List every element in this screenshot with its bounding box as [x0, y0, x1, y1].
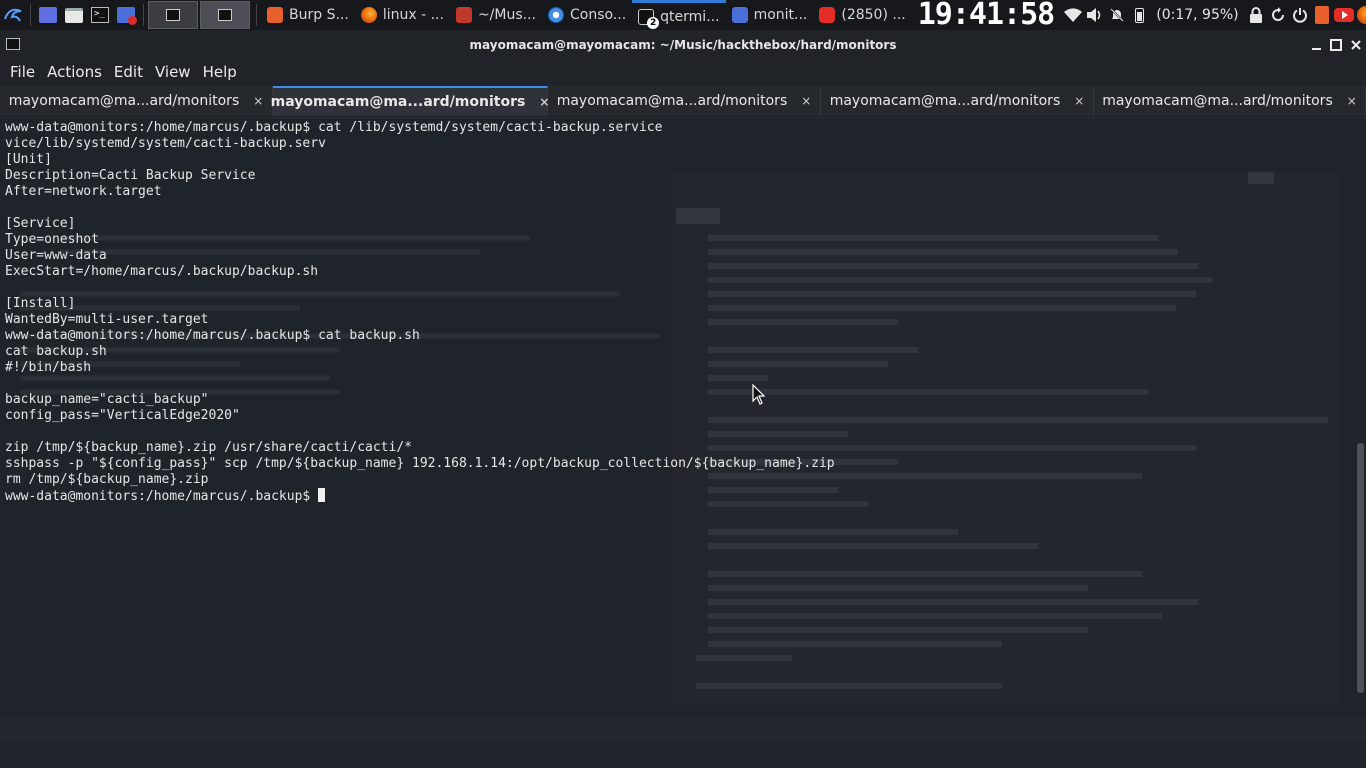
- task-folder-monitors[interactable]: monit...: [726, 0, 814, 30]
- show-desktop-icon[interactable]: [35, 2, 61, 28]
- terminal-line: WantedBy=multi-user.target: [5, 312, 209, 327]
- terminal-launcher-icon[interactable]: >_: [87, 2, 113, 28]
- task-file-manager-music[interactable]: ~/Mus...: [450, 0, 542, 30]
- menu-edit[interactable]: Edit: [108, 61, 149, 83]
- youtube-icon: [819, 7, 836, 23]
- terminal-line: After=network.target: [5, 184, 162, 199]
- task-chromium-console[interactable]: Conso...: [542, 0, 632, 30]
- terminal-scrollbar[interactable]: [1357, 443, 1364, 693]
- terminal-line: User=www-data: [5, 248, 107, 263]
- menu-help[interactable]: Help: [197, 61, 243, 83]
- tab-close-icon[interactable]: ×: [1347, 94, 1357, 108]
- terminal-line: Description=Cacti Backup Service: [5, 168, 256, 183]
- task-youtube[interactable]: (2850) ...: [813, 0, 911, 30]
- burp-icon: [267, 7, 283, 23]
- terminal-line: cat backup.sh: [5, 344, 107, 359]
- terminal-tab-2[interactable]: mayomacam@ma...ard/monitors ×: [270, 86, 549, 116]
- terminal-line: Type=oneshot: [5, 232, 99, 247]
- folder-icon: [455, 7, 472, 23]
- task-list: Burp S... linux - ... ~/Mus... Conso... …: [261, 0, 912, 30]
- task-firefox-linux[interactable]: linux - ...: [355, 0, 450, 30]
- task-label: linux - ...: [382, 7, 444, 23]
- task-burp-suite[interactable]: Burp S...: [261, 0, 355, 30]
- terminal-tab-4[interactable]: mayomacam@ma...ard/monitors ×: [821, 86, 1094, 116]
- terminal-line: www-data@monitors:/home/marcus/.backup$ …: [5, 120, 663, 135]
- terminal-line: www-data@monitors:/home/marcus/.backup$ …: [5, 328, 420, 343]
- task-label: (2850) ...: [841, 7, 906, 23]
- tab-label: mayomacam@ma...ard/monitors: [829, 93, 1061, 109]
- terminal-app-icon[interactable]: [6, 38, 20, 50]
- youtube-tray-icon[interactable]: [1333, 4, 1355, 26]
- tab-close-icon[interactable]: ×: [1074, 94, 1084, 108]
- terminal-line: backup_name="cacti_backup": [5, 392, 209, 407]
- terminal-prompt: www-data@monitors:/home/marcus/.backup$: [5, 489, 319, 504]
- terminal-line: [Install]: [5, 296, 76, 311]
- task-badge: 2: [647, 16, 660, 29]
- terminal-line: sshpass -p "${config_pass}" scp /tmp/${b…: [5, 456, 835, 471]
- terminal-line: vice/lib/systemd/system/cacti-backup.ser…: [5, 136, 326, 151]
- notifications-muted-icon[interactable]: [1106, 4, 1128, 26]
- terminal-line: zip /tmp/${backup_name}.zip /usr/share/c…: [5, 440, 412, 455]
- taskbar-separator: [256, 4, 257, 26]
- kali-menu-icon[interactable]: [0, 2, 26, 28]
- terminal-tab-5[interactable]: mayomacam@ma...ard/monitors ×: [1094, 86, 1366, 116]
- task-label: qtermi...: [660, 8, 720, 25]
- screen-recorder-icon[interactable]: [113, 2, 139, 28]
- power-icon[interactable]: [1289, 4, 1311, 26]
- mouse-pointer-icon: [752, 384, 766, 405]
- menubar: File Actions Edit View Help: [0, 60, 1366, 84]
- terminal-line: config_pass="VerticalEdge2020": [5, 408, 240, 423]
- close-icon[interactable]: [1346, 35, 1366, 55]
- battery-icon[interactable]: [1128, 4, 1150, 26]
- workspace-terminal-1[interactable]: [148, 1, 198, 29]
- workspace-terminal-2[interactable]: [200, 1, 250, 29]
- terminal-tab-1[interactable]: mayomacam@ma...ard/monitors ×: [0, 86, 273, 116]
- tab-close-icon[interactable]: ×: [801, 94, 811, 108]
- clock[interactable]: 19:41:58: [918, 0, 1055, 30]
- wifi-icon[interactable]: [1062, 4, 1084, 26]
- terminal-line: #!/bin/bash: [5, 360, 92, 375]
- volume-icon[interactable]: [1084, 4, 1106, 26]
- terminal-text[interactable]: www-data@monitors:/home/marcus/.backup$ …: [5, 120, 835, 505]
- tab-label: mayomacam@ma...ard/monitors: [8, 93, 240, 109]
- task-label: monit...: [753, 7, 808, 23]
- terminal-tab-bar: mayomacam@ma...ard/monitors × mayomacam@…: [0, 86, 1366, 118]
- taskbar: >_ Burp S... linux - ... ~/Mus... Conso.…: [0, 0, 1366, 30]
- maximize-icon[interactable]: [1326, 35, 1346, 55]
- task-label: Burp S...: [289, 7, 349, 23]
- menu-view[interactable]: View: [149, 61, 197, 83]
- tab-label: mayomacam@ma...ard/monitors: [1102, 93, 1333, 109]
- task-label: Conso...: [569, 7, 627, 23]
- menu-file[interactable]: File: [4, 61, 41, 83]
- lock-icon[interactable]: [1245, 4, 1267, 26]
- task-label: ~/Mus...: [477, 7, 536, 23]
- chromium-icon: [547, 7, 564, 23]
- tab-label: mayomacam@ma...ard/monitors: [556, 93, 788, 109]
- terminal-line: [Service]: [5, 216, 76, 231]
- window-title: mayomacam@mayomacam: ~/Music/hackthebox/…: [469, 38, 897, 52]
- menu-actions[interactable]: Actions: [41, 61, 108, 83]
- burp-tray-icon[interactable]: [1311, 4, 1333, 26]
- terminal-line: ExecStart=/home/marcus/.backup/backup.sh: [5, 264, 319, 279]
- refresh-icon[interactable]: [1267, 4, 1289, 26]
- firefox-tray-icon[interactable]: [1355, 4, 1366, 26]
- minimize-icon[interactable]: [1306, 35, 1326, 55]
- taskbar-separator: [30, 4, 31, 26]
- firefox-icon: [360, 7, 377, 23]
- task-qterminal[interactable]: 2 qtermi...: [632, 0, 726, 30]
- folder-icon: [731, 7, 748, 23]
- tab-label: mayomacam@ma...ard/monitors: [270, 94, 526, 110]
- taskbar-separator: [143, 4, 144, 26]
- battery-status[interactable]: (0:17, 95%): [1156, 7, 1238, 23]
- terminal-icon: 2: [638, 8, 660, 29]
- window-titlebar[interactable]: mayomacam@mayomacam: ~/Music/hackthebox/…: [0, 30, 1366, 60]
- tab-close-icon[interactable]: ×: [253, 94, 263, 108]
- text-cursor: [318, 488, 326, 502]
- terminal-output[interactable]: www-data@monitors:/home/marcus/.backup$ …: [0, 118, 1366, 768]
- terminal-line: [Unit]: [5, 152, 52, 167]
- terminal-tab-3[interactable]: mayomacam@ma...ard/monitors ×: [548, 86, 821, 116]
- terminal-line: rm /tmp/${backup_name}.zip: [5, 472, 209, 487]
- file-manager-icon[interactable]: [61, 2, 87, 28]
